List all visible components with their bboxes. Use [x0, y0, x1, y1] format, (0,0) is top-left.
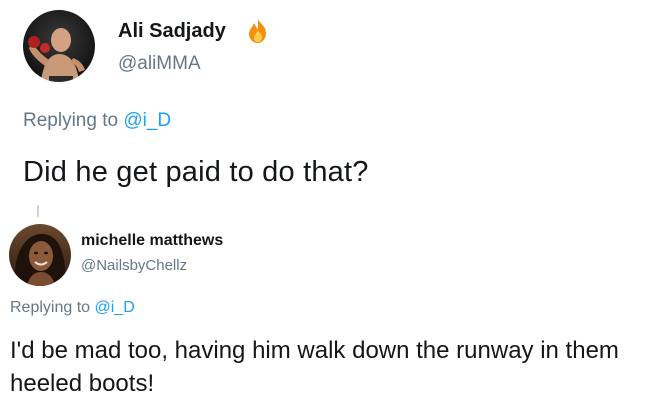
replying-mention-link[interactable]: @i_D	[95, 299, 135, 316]
tweet-ali-sadjady: Ali Sadjady @aliMMA Replying to @i_D Did…	[0, 0, 660, 210]
display-name[interactable]: michelle matthews	[81, 232, 223, 250]
replying-prefix: Replying to	[10, 299, 91, 316]
user-handle[interactable]: @aliMMA	[118, 53, 201, 75]
avatar-ali-sadjady[interactable]	[23, 10, 95, 82]
tweet-text: I'd be mad too, having him walk down the…	[10, 337, 619, 397]
replying-to-line: Replying to @i_D	[23, 110, 171, 132]
replying-mention-link[interactable]: @i_D	[123, 110, 171, 131]
avatar-image	[23, 10, 95, 82]
user-handle[interactable]: @NailsbyChellz	[81, 257, 187, 274]
thread-connector-line	[37, 205, 39, 217]
avatar-image	[9, 224, 71, 286]
tweet-text: Did he get paid to do that?	[23, 156, 369, 188]
replying-to-line: Replying to @i_D	[10, 299, 135, 317]
avatar-michelle-matthews[interactable]	[9, 224, 71, 286]
fire-icon	[246, 18, 270, 44]
display-name[interactable]: Ali Sadjady	[118, 20, 226, 43]
replying-prefix: Replying to	[23, 110, 119, 131]
